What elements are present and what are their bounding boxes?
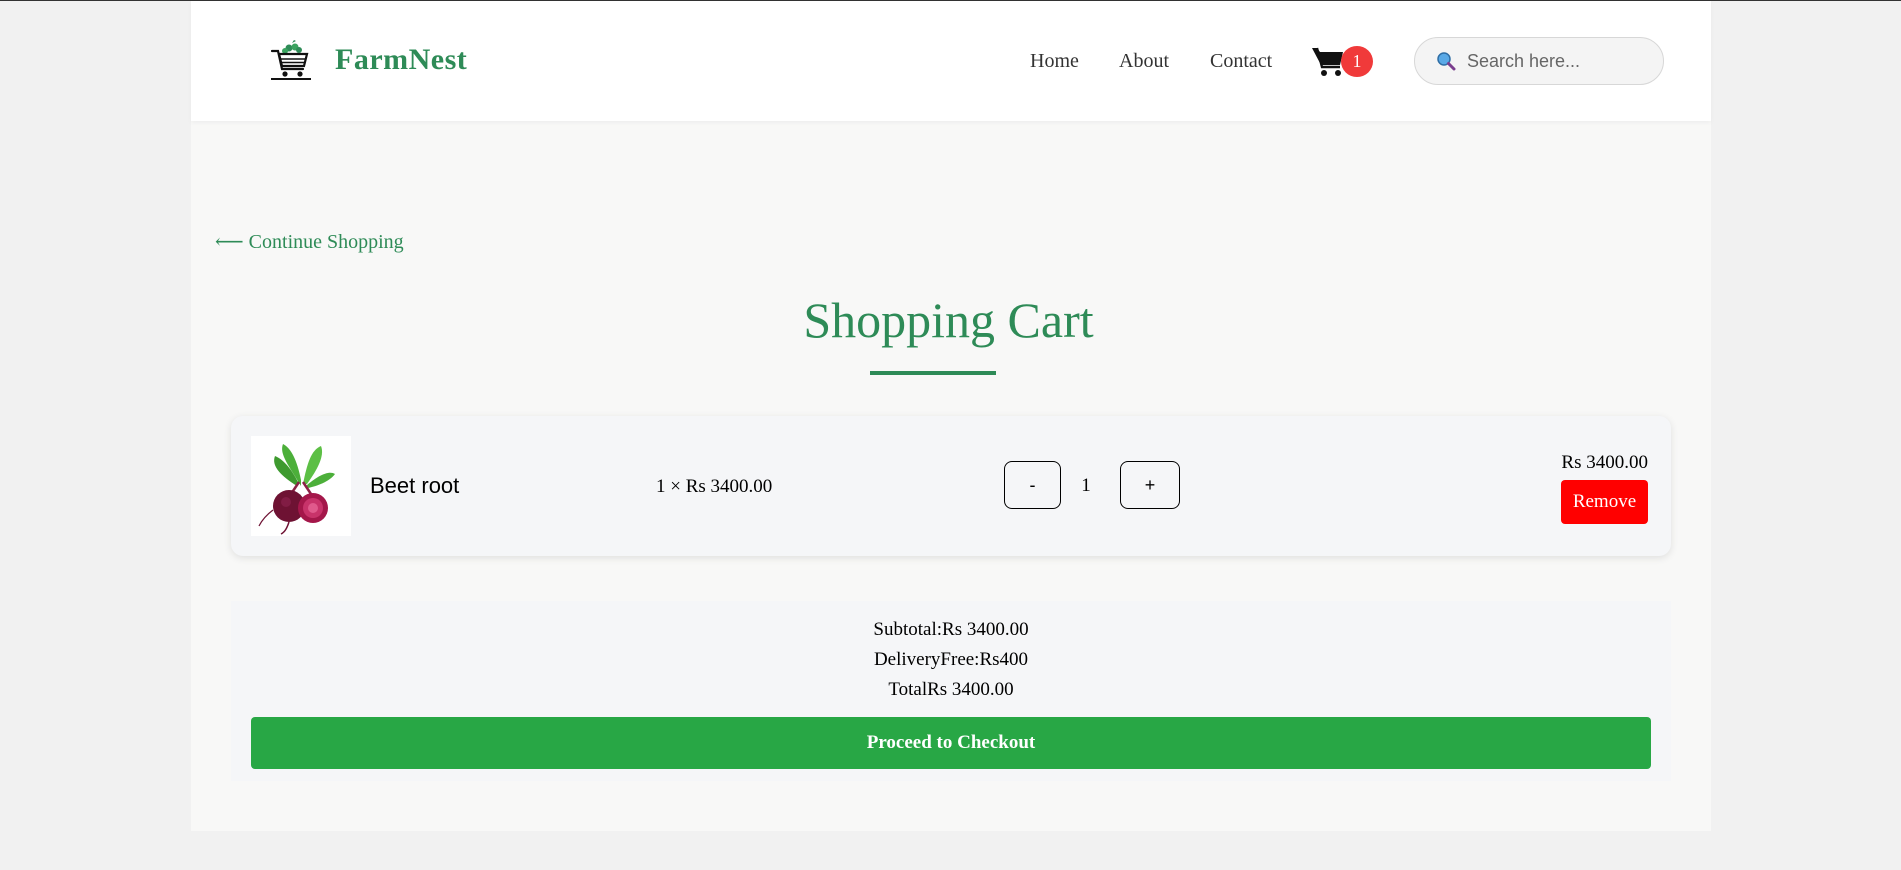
- cart-count-badge[interactable]: 1: [1341, 46, 1373, 77]
- brand-name[interactable]: FarmNest: [335, 43, 467, 77]
- beetroot-image: [258, 444, 335, 535]
- subtotal-line: Subtotal:Rs 3400.00: [873, 619, 1029, 640]
- unit-price: 1 × Rs 3400.00: [656, 476, 773, 497]
- nav-home[interactable]: Home: [1030, 50, 1079, 73]
- product-image: [251, 436, 351, 536]
- search-input[interactable]: [1465, 46, 1649, 76]
- site-header: FarmNest Home About Contact 1: [191, 1, 1711, 121]
- page-title: Shopping Cart: [803, 292, 1094, 348]
- quantity-value: 1: [1081, 475, 1091, 496]
- nav-about[interactable]: About: [1119, 50, 1169, 73]
- cart-icon[interactable]: [1311, 45, 1345, 77]
- page-container: FarmNest Home About Contact 1 ⟵ Continue…: [191, 1, 1711, 831]
- checkout-button[interactable]: Proceed to Checkout: [251, 717, 1651, 769]
- title-underline: [870, 371, 996, 375]
- order-summary: Subtotal:Rs 3400.00 DeliveryFree:Rs400 T…: [231, 601, 1671, 781]
- line-total: Rs 3400.00: [1561, 452, 1648, 473]
- logo-cart-icon[interactable]: [269, 39, 313, 83]
- increase-qty-button[interactable]: +: [1120, 461, 1180, 509]
- product-name: Beet root: [370, 473, 460, 498]
- continue-shopping-link[interactable]: ⟵ Continue Shopping: [215, 229, 404, 254]
- cart-item: Beet root 1 × Rs 3400.00 - 1 + Rs 3400.0…: [231, 416, 1671, 556]
- nav-contact[interactable]: Contact: [1210, 50, 1272, 73]
- search-icon: [1437, 52, 1456, 71]
- delivery-line: DeliveryFree:Rs400: [873, 649, 1029, 670]
- total-line: TotalRs 3400.00: [888, 679, 1014, 700]
- remove-button[interactable]: Remove: [1561, 480, 1648, 524]
- decrease-qty-button[interactable]: -: [1004, 461, 1061, 509]
- search-box[interactable]: [1414, 37, 1664, 85]
